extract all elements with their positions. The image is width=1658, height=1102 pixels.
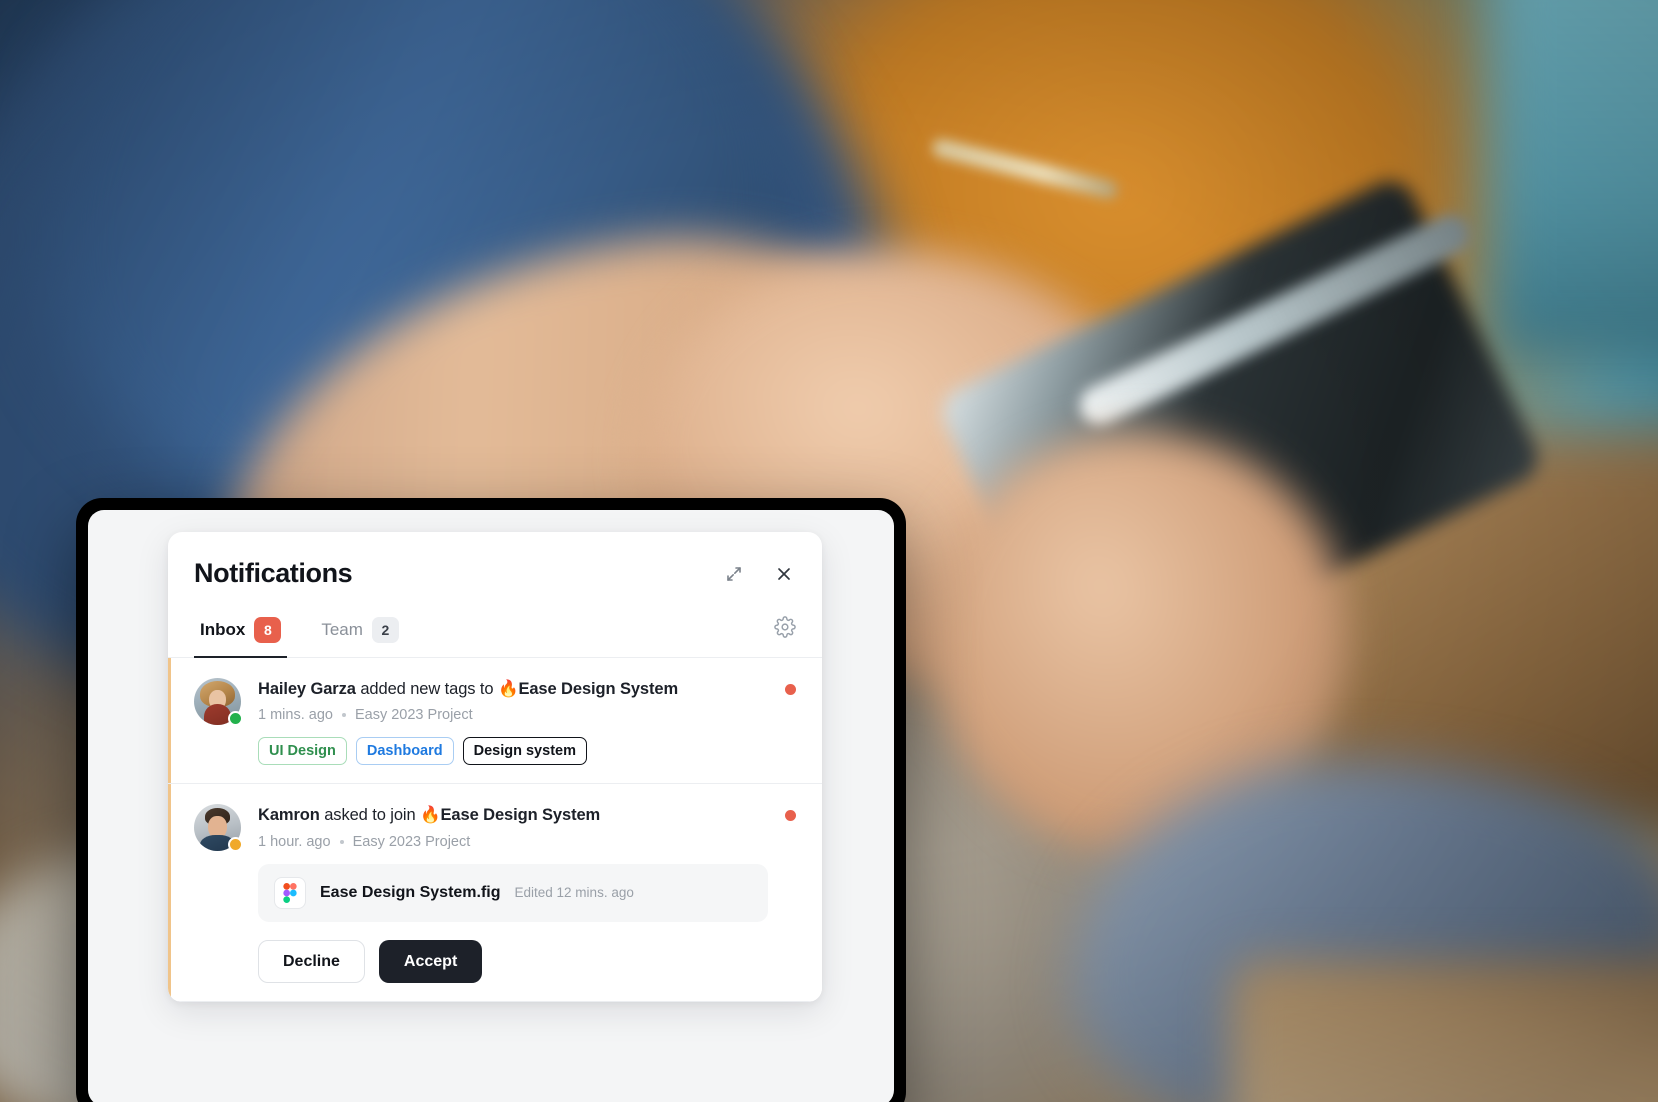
notification-target: Ease Design System	[440, 806, 601, 825]
unread-indicator	[785, 810, 796, 822]
avatar	[194, 678, 243, 726]
notification-project: Easy 2023 Project	[352, 833, 471, 850]
notification-body: Kamron asked to join 🔥Ease Design System…	[258, 804, 768, 983]
notification-text: Hailey Garza added new tags to 🔥Ease Des…	[258, 678, 768, 700]
notification-time: 1 hour. ago	[258, 833, 331, 850]
device-screen: Notifications Inbox 8 Team 2 Hailey Garz…	[88, 510, 894, 1102]
notification-text: Kamron asked to join 🔥Ease Design System	[258, 804, 768, 826]
tab-inbox-label: Inbox	[200, 620, 246, 639]
notification-item[interactable]: Kamron asked to join 🔥Ease Design System…	[168, 784, 822, 1002]
tab-team-label: Team	[321, 620, 363, 639]
tag-dashboard[interactable]: Dashboard	[355, 737, 454, 766]
unread-indicator	[785, 684, 796, 695]
tabs: Inbox 8 Team 2	[194, 611, 405, 658]
notifications-panel: Notifications Inbox 8 Team 2 Hailey Garz…	[168, 532, 822, 1002]
fire-icon: 🔥	[420, 806, 441, 825]
file-name: Ease Design System.fig	[320, 883, 501, 901]
meta-separator-dot	[339, 839, 344, 844]
device-frame: Notifications Inbox 8 Team 2 Hailey Garz…	[76, 498, 906, 1102]
tab-team[interactable]: Team 2	[315, 611, 405, 658]
accept-button[interactable]: Accept	[378, 939, 483, 983]
notification-action: asked to join	[319, 806, 421, 825]
file-edited-time: Edited 12 mins. ago	[514, 885, 634, 901]
header-actions	[722, 562, 796, 586]
tab-team-badge: 2	[371, 617, 399, 643]
expand-icon[interactable]	[722, 562, 746, 586]
notification-actor: Hailey Garza	[258, 680, 356, 698]
action-buttons: Decline Accept	[258, 939, 768, 983]
notification-meta: 1 hour. ago Easy 2023 Project	[258, 834, 768, 850]
decline-button[interactable]: Decline	[258, 939, 365, 983]
file-attachment-card[interactable]: Ease Design System.fig Edited 12 mins. a…	[258, 863, 768, 922]
notification-project: Easy 2023 Project	[354, 707, 473, 724]
tag-ui-design[interactable]: UI Design	[258, 737, 347, 766]
gear-icon[interactable]	[774, 615, 796, 653]
tag-row: UI Design Dashboard Design system	[258, 737, 768, 766]
tabs-row: Inbox 8 Team 2	[168, 611, 822, 658]
presence-indicator-online	[228, 711, 243, 726]
notification-body: Hailey Garza added new tags to 🔥Ease Des…	[258, 678, 768, 766]
page-title: Notifications	[194, 558, 353, 588]
tag-design-system[interactable]: Design system	[462, 737, 587, 766]
panel-header: Notifications	[168, 532, 822, 611]
notification-time: 1 mins. ago	[258, 707, 333, 724]
notification-action: added new tags to	[355, 680, 498, 698]
notification-item[interactable]: Hailey Garza added new tags to 🔥Ease Des…	[168, 658, 822, 785]
notification-target: Ease Design System	[518, 680, 679, 698]
avatar	[194, 804, 243, 853]
meta-separator-dot	[341, 713, 346, 718]
close-icon[interactable]	[772, 562, 796, 586]
tab-inbox-badge: 8	[254, 617, 282, 643]
fire-icon: 🔥	[497, 680, 519, 698]
notification-actor: Kamron	[258, 806, 320, 825]
figma-icon	[274, 876, 306, 909]
notification-meta: 1 mins. ago Easy 2023 Project	[258, 707, 768, 723]
tab-inbox[interactable]: Inbox 8	[194, 611, 288, 658]
presence-indicator-away	[228, 837, 243, 853]
